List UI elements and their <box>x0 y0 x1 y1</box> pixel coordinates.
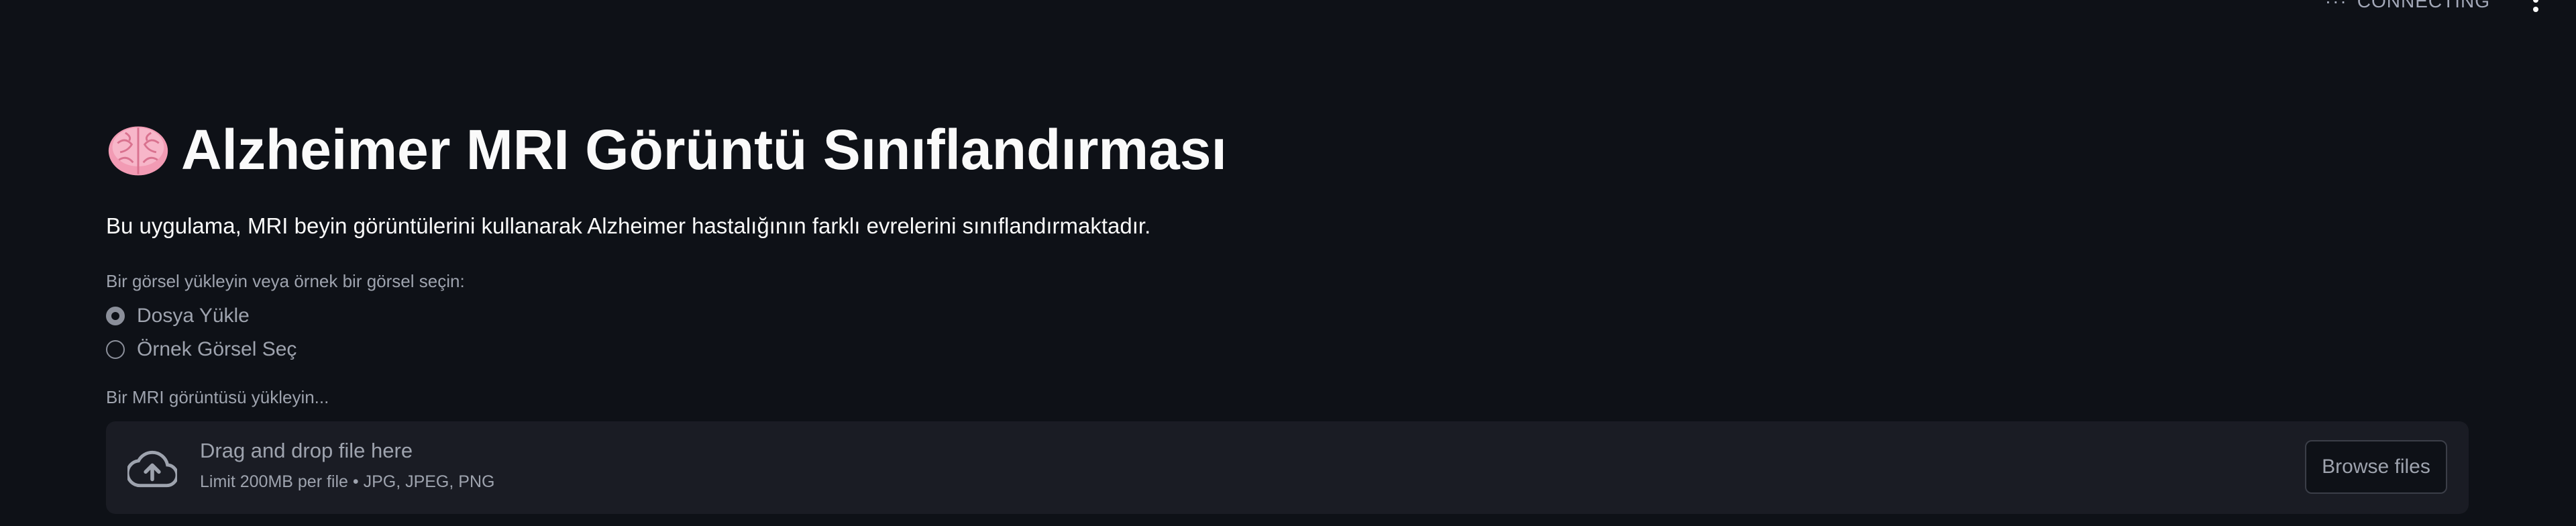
page-description: Bu uygulama, MRI beyin görüntülerini kul… <box>106 213 1151 238</box>
radio-button-unchecked[interactable] <box>106 340 125 359</box>
source-radio-group: Dosya Yükle Örnek Görsel Seç <box>106 305 2469 360</box>
kebab-menu-icon <box>2533 0 2538 3</box>
main-content: Alzheimer MRI Görüntü Sınıflandırması Bu… <box>106 113 2469 514</box>
dropzone-limit-text: Limit 200MB per file • JPG, JPEG, PNG <box>200 472 495 491</box>
app-root: ··· CONNECTING Alzheimer MRI Görüntü Sın… <box>0 0 2576 526</box>
dropzone-instructions: Drag and drop file here <box>200 439 413 462</box>
main-menu-button[interactable] <box>2529 0 2542 12</box>
radio-option-upload[interactable]: Dosya Yükle <box>106 305 2469 327</box>
connecting-dots-icon: ··· <box>2324 0 2348 11</box>
file-dropzone[interactable]: Drag and drop file here Limit 200MB per … <box>106 421 2469 514</box>
title-row: Alzheimer MRI Görüntü Sınıflandırması <box>106 113 2469 187</box>
radio-button-checked[interactable] <box>106 307 125 325</box>
connection-status-text: CONNECTING <box>2357 0 2490 11</box>
browse-files-button[interactable]: Browse files <box>2305 440 2447 494</box>
file-uploader-label: Bir MRI görüntüsü yükleyin... <box>106 387 329 407</box>
page-title: Alzheimer MRI Görüntü Sınıflandırması <box>181 118 1227 181</box>
radio-option-sample[interactable]: Örnek Görsel Seç <box>106 338 2469 360</box>
brain-icon <box>108 126 168 176</box>
radio-option-label: Dosya Yükle <box>137 305 250 327</box>
cloud-upload-icon <box>127 450 177 488</box>
radio-group-label: Bir görsel yükleyin veya örnek bir görse… <box>106 271 465 291</box>
connection-status: ··· CONNECTING <box>2325 0 2490 12</box>
radio-option-label: Örnek Görsel Seç <box>137 338 297 360</box>
